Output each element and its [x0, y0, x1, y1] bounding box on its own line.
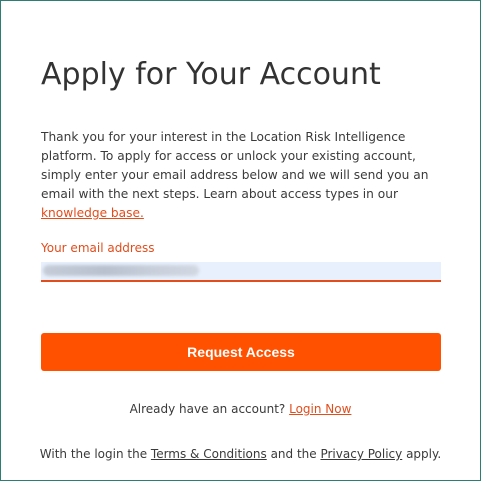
page-title: Apply for Your Account	[41, 57, 381, 92]
intro-text: Thank you for your interest in the Locat…	[41, 128, 441, 223]
legal-middle: and the	[266, 447, 321, 461]
login-now-link[interactable]: Login Now	[289, 402, 351, 416]
email-field-label: Your email address	[41, 241, 155, 255]
terms-conditions-link[interactable]: Terms & Conditions	[151, 447, 267, 461]
privacy-policy-link[interactable]: Privacy Policy	[320, 447, 402, 461]
login-prompt-text: Already have an account?	[129, 402, 290, 416]
legal-notice: With the login the Terms & Conditions an…	[1, 446, 480, 462]
knowledge-base-link[interactable]: knowledge base.	[41, 206, 144, 220]
intro-body: Thank you for your interest in the Locat…	[41, 130, 429, 201]
legal-prefix: With the login the	[39, 447, 151, 461]
request-access-button[interactable]: Request Access	[41, 333, 441, 371]
apply-account-panel: Apply for Your Account Thank you for you…	[0, 0, 481, 481]
email-field[interactable]	[41, 262, 441, 282]
legal-suffix: apply.	[402, 447, 442, 461]
login-prompt: Already have an account? Login Now	[1, 401, 480, 417]
